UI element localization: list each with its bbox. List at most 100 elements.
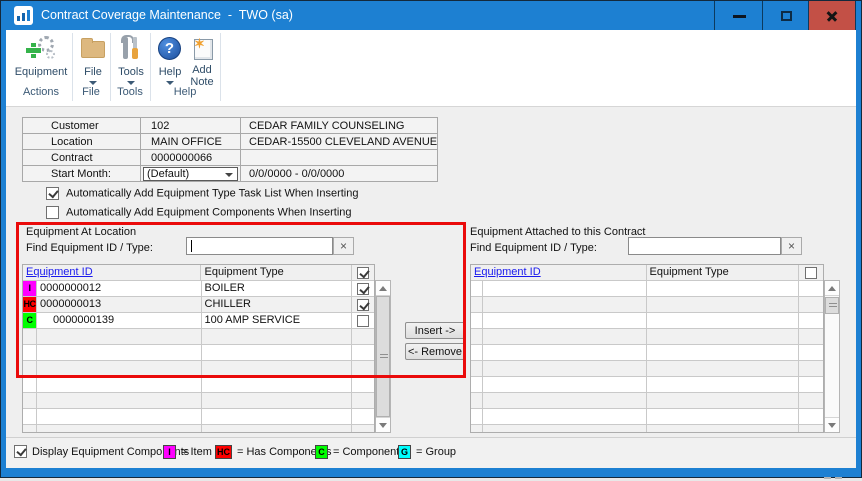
equipment-row[interactable]: HC0000000013CHILLER: [23, 297, 374, 313]
equipment-type-cell: CHILLER: [202, 297, 353, 312]
ribbon-group-file: File: [72, 86, 110, 98]
auto-task-list-option[interactable]: Automatically Add Equipment Type Task Li…: [46, 187, 358, 200]
badge-cell: [471, 281, 483, 296]
start-month-range: 0/0/0000 - 0/0/0000: [241, 166, 438, 182]
row-type-badge: HC: [23, 297, 37, 312]
equipment-id-cell: [483, 329, 647, 344]
left-find-input[interactable]: [186, 237, 333, 255]
badge-cell: [23, 425, 37, 433]
remove-button[interactable]: <- Remove: [405, 343, 465, 360]
scroll-up-arrow[interactable]: [376, 281, 390, 296]
maximize-button[interactable]: [762, 1, 808, 30]
title-bar[interactable]: Contract Coverage Maintenance - TWO (sa): [1, 1, 861, 30]
background-window-fragment: [835, 477, 842, 479]
equipment-id-column-header[interactable]: Equipment ID: [474, 266, 541, 278]
tools-icon: [117, 35, 145, 63]
folder-icon: [79, 35, 107, 63]
row-checkbox[interactable]: [357, 315, 369, 327]
auto-task-list-checkbox[interactable]: [46, 187, 59, 200]
equipment-id-cell: [483, 345, 647, 360]
start-month-row: Start Month: (Default) 0/0/0000 - 0/0/00…: [23, 166, 438, 182]
scrollbar-thumb[interactable]: [376, 296, 390, 417]
empty-row: [23, 329, 374, 345]
empty-row: [471, 393, 823, 409]
select-all-checkbox[interactable]: [357, 267, 369, 279]
equipment-id-cell: 0000000013: [37, 297, 202, 312]
equipment-row[interactable]: C0000000139100 AMP SERVICE: [23, 313, 374, 329]
screen: Contract Coverage Maintenance - TWO (sa)…: [0, 0, 862, 481]
location-value: MAIN OFFICE: [141, 134, 241, 150]
empty-row: [471, 329, 823, 345]
text-caret: [191, 240, 192, 252]
equipment-id-column-header[interactable]: Equipment ID: [26, 266, 93, 278]
equipment-type-column-header: Equipment Type: [647, 265, 800, 280]
insert-button[interactable]: Insert ->: [405, 322, 465, 339]
left-grid-scrollbar[interactable]: [375, 280, 391, 433]
empty-row: [23, 345, 374, 361]
footer-bar: Display Equipment Components I= ItemHC= …: [6, 437, 856, 468]
empty-row: [23, 377, 374, 393]
right-panel-title: Equipment Attached to this Contract: [470, 226, 646, 238]
contract-row: Contract 0000000066: [23, 150, 438, 166]
row-type-badge: C: [23, 313, 37, 328]
customer-value: 102: [141, 118, 241, 134]
row-checkbox[interactable]: [357, 299, 369, 311]
scroll-down-arrow[interactable]: [376, 417, 390, 432]
empty-row: [471, 313, 823, 329]
scroll-down-arrow[interactable]: [825, 417, 839, 432]
equipment-id-cell: 0000000139: [37, 313, 202, 328]
badge-cell: [471, 329, 483, 344]
badge-cell: [471, 425, 483, 433]
location-row: Location MAIN OFFICE CEDAR-15500 CLEVELA…: [23, 134, 438, 150]
auto-components-checkbox[interactable]: [46, 206, 59, 219]
equipment-gears-icon: [27, 35, 55, 63]
window-title: Contract Coverage Maintenance - TWO (sa): [41, 8, 293, 22]
badge-cell: [23, 409, 37, 424]
equipment-attached-grid[interactable]: Equipment ID Equipment Type: [470, 264, 824, 433]
display-components-checkbox[interactable]: [14, 445, 27, 458]
equipment-id-cell: [483, 393, 647, 408]
scrollbar-thumb[interactable]: [825, 297, 839, 314]
chevron-down-icon: [166, 81, 174, 85]
right-find-clear-button[interactable]: ×: [781, 237, 802, 255]
ribbon-group-help: Help: [150, 86, 220, 98]
equipment-id-cell: [483, 377, 647, 392]
empty-row: [471, 345, 823, 361]
equipment-type-cell: [647, 393, 800, 408]
equipment-type-cell: [202, 409, 353, 424]
app-chart-icon: [14, 6, 33, 25]
equipment-at-location-grid[interactable]: Equipment IDEquipment TypeI0000000012BOI…: [22, 264, 375, 433]
equipment-type-cell: [202, 425, 353, 433]
contract-label: Contract: [23, 150, 141, 166]
start-month-label: Start Month:: [23, 166, 141, 182]
row-type-badge: I: [23, 281, 37, 296]
right-find-input[interactable]: [628, 237, 781, 255]
scroll-up-arrow[interactable]: [825, 281, 839, 296]
left-find-clear-button[interactable]: ×: [333, 237, 354, 255]
close-button[interactable]: [808, 1, 856, 30]
equipment-id-cell: [37, 329, 202, 344]
empty-row: [23, 361, 374, 377]
equipment-row[interactable]: I0000000012BOILER: [23, 281, 374, 297]
legend-badge-c: C: [315, 445, 328, 459]
row-checkbox[interactable]: [357, 283, 369, 295]
equipment-type-cell: 100 AMP SERVICE: [202, 313, 353, 328]
equipment-id-cell: [37, 377, 202, 392]
minimize-button[interactable]: [714, 1, 762, 30]
left-panel-title: Equipment At Location: [26, 226, 136, 238]
auto-components-label: Automatically Add Equipment Components W…: [66, 206, 352, 218]
start-month-dropdown[interactable]: (Default): [143, 167, 238, 181]
auto-components-option[interactable]: Automatically Add Equipment Components W…: [46, 206, 352, 219]
chevron-down-icon: [127, 81, 135, 85]
empty-row: [471, 377, 823, 393]
equipment-type-cell: [647, 425, 800, 433]
empty-row: [471, 297, 823, 313]
select-all-checkbox[interactable]: [805, 267, 817, 279]
right-grid-scrollbar[interactable]: [824, 280, 840, 433]
equipment-type-cell: [647, 297, 800, 312]
badge-cell: [23, 377, 37, 392]
equipment-id-cell: [483, 281, 647, 296]
contract-description: [241, 150, 438, 166]
grid-header: Equipment ID Equipment Type: [471, 265, 823, 281]
badge-cell: [23, 329, 37, 344]
